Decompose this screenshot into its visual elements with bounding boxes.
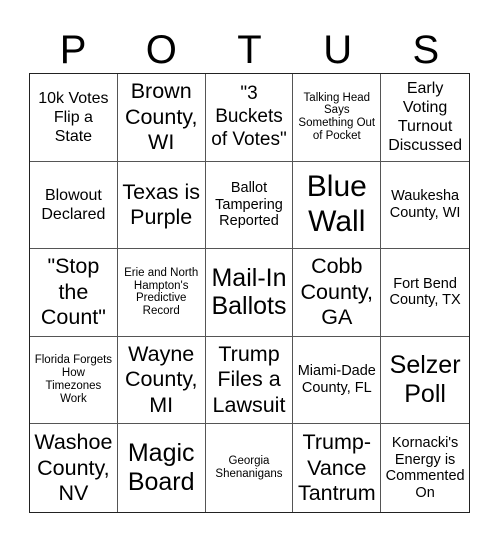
- bingo-cell[interactable]: Blowout Declared: [30, 161, 118, 250]
- header-letter-t: T: [237, 28, 262, 72]
- bingo-cell[interactable]: "Stop the Count": [30, 249, 118, 337]
- bingo-header: P O T U S: [29, 28, 470, 73]
- bingo-cell[interactable]: Trump-Vance Tantrum: [293, 424, 382, 512]
- bingo-cell[interactable]: 10k Votes Flip a State: [30, 74, 118, 162]
- bingo-cell[interactable]: Cobb County, GA: [293, 249, 382, 337]
- bingo-cell[interactable]: Brown County, WI: [117, 74, 206, 162]
- bingo-cell[interactable]: Blue Wall: [293, 161, 382, 250]
- bingo-cell[interactable]: Georgia Shenanigans: [205, 424, 294, 512]
- bingo-cell[interactable]: Selzer Poll: [381, 336, 469, 425]
- header-letter-s: S: [412, 28, 440, 72]
- header-letter-p: P: [59, 28, 87, 72]
- bingo-cell[interactable]: Magic Board: [117, 424, 206, 512]
- bingo-cell[interactable]: Mail-In Ballots: [205, 249, 294, 337]
- bingo-cell[interactable]: Kornacki's Energy is Commented On: [381, 424, 469, 512]
- bingo-cell[interactable]: Fort Bend County, TX: [381, 249, 469, 337]
- bingo-cell[interactable]: Wayne County, MI: [117, 336, 206, 425]
- header-letter-o: O: [145, 28, 177, 72]
- bingo-cell[interactable]: Talking Head Says Something Out of Pocke…: [293, 74, 382, 162]
- bingo-cell[interactable]: Texas is Purple: [117, 161, 206, 250]
- bingo-cell[interactable]: Miami-Dade County, FL: [293, 336, 382, 425]
- bingo-cell[interactable]: Ballot Tampering Reported: [205, 161, 294, 250]
- bingo-cell[interactable]: "3 Buckets of Votes": [205, 74, 294, 162]
- bingo-cell[interactable]: Washoe County, NV: [30, 424, 118, 512]
- bingo-cell[interactable]: Florida Forgets How Timezones Work: [30, 336, 118, 425]
- header-letter-u: U: [323, 28, 353, 72]
- bingo-card-grid: 10k Votes Flip a State Brown County, WI …: [29, 73, 470, 513]
- bingo-cell[interactable]: Erie and North Hampton's Predictive Reco…: [117, 249, 206, 337]
- bingo-cell[interactable]: Trump Files a Lawsuit: [205, 336, 294, 425]
- bingo-cell[interactable]: Waukesha County, WI: [381, 161, 469, 250]
- bingo-cell[interactable]: Early Voting Turnout Discussed: [381, 74, 469, 162]
